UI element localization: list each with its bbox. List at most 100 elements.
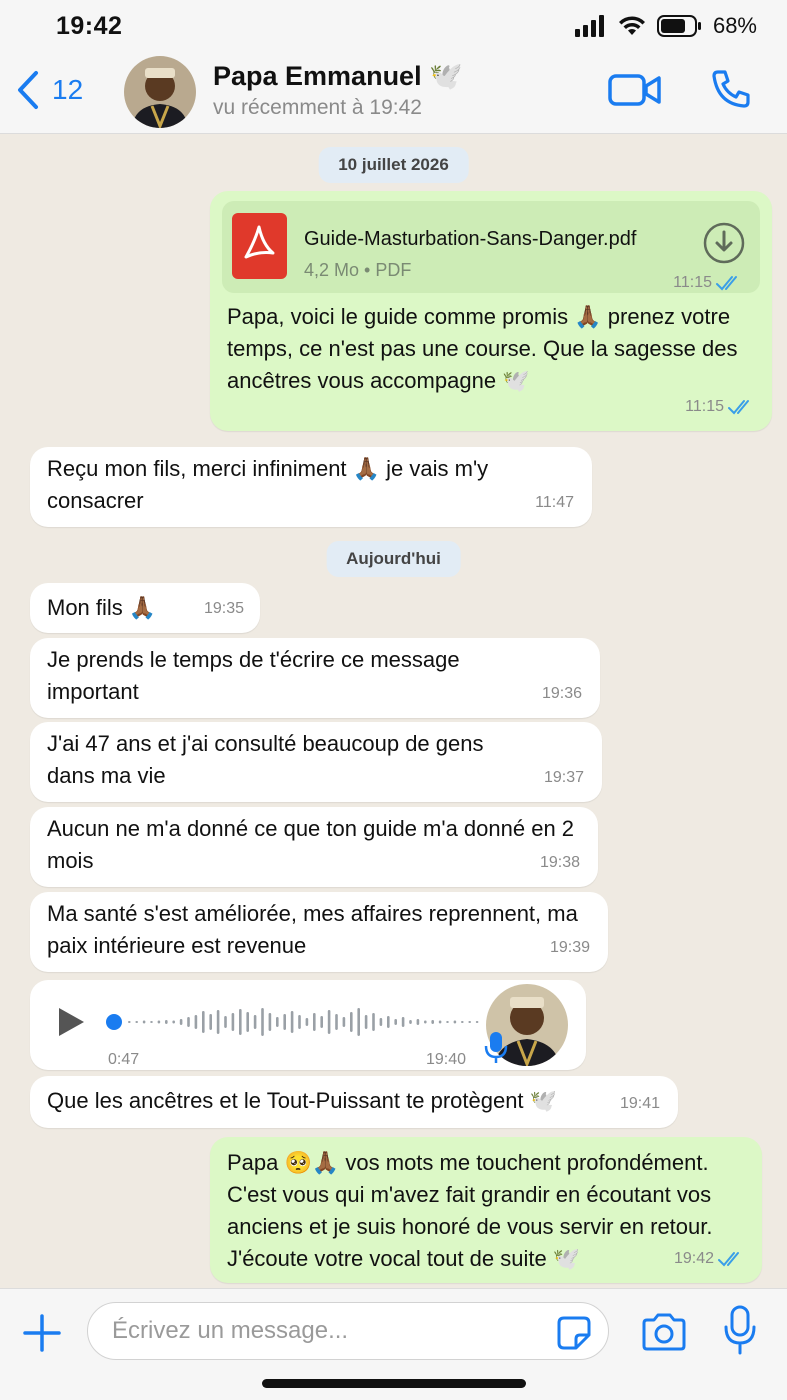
message-text: Que les ancêtres et le Tout-Puissant te … bbox=[47, 1088, 558, 1113]
waveform-bar bbox=[202, 1011, 205, 1033]
waveform-bar bbox=[239, 1009, 242, 1035]
message-meta: 11:15 bbox=[685, 391, 754, 423]
status-time: 19:42 bbox=[56, 12, 123, 40]
composer-bar bbox=[0, 1288, 787, 1400]
waveform-bar bbox=[350, 1012, 353, 1032]
attach-button[interactable] bbox=[22, 1313, 62, 1358]
play-icon bbox=[59, 1008, 84, 1036]
message-bubble-outgoing[interactable]: Guide-Masturbation-Sans-Danger.pdf 4,2 M… bbox=[210, 191, 772, 431]
camera-button[interactable] bbox=[640, 1313, 688, 1356]
waveform-bar bbox=[172, 1020, 175, 1024]
plus-icon bbox=[23, 1314, 61, 1352]
waveform-bar bbox=[276, 1017, 279, 1027]
message-time: 11:47 bbox=[535, 494, 574, 511]
message-meta: 19:42 bbox=[674, 1243, 744, 1275]
message-bubble-incoming[interactable]: Je prends le temps de t'écrire ce messag… bbox=[30, 638, 600, 718]
message-text: Ma santé s'est améliorée, mes affaires r… bbox=[47, 901, 578, 958]
sticker-icon bbox=[557, 1316, 591, 1350]
waveform-bar bbox=[261, 1008, 264, 1036]
waveform-bar bbox=[150, 1021, 153, 1023]
date-separator: 10 juillet 2026 bbox=[318, 147, 469, 183]
waveform-bar bbox=[461, 1021, 464, 1023]
waveform-bar bbox=[446, 1021, 449, 1023]
waveform-bar bbox=[253, 1015, 257, 1029]
message-time: 19:41 bbox=[619, 1095, 660, 1112]
chat-header: 12 Papa Emmanuel 🕊️ vu récemment à 19:42 bbox=[0, 52, 787, 134]
waveform-bar bbox=[135, 1021, 138, 1023]
message-bubble-incoming[interactable]: Ma santé s'est améliorée, mes affaires r… bbox=[30, 892, 608, 972]
waveform-bar bbox=[475, 1021, 479, 1023]
microphone-icon bbox=[484, 1030, 508, 1073]
back-button[interactable]: 12 bbox=[16, 70, 83, 110]
waveform-bar bbox=[231, 1013, 235, 1031]
waveform-bar bbox=[142, 1020, 146, 1024]
waveform-bar bbox=[165, 1020, 168, 1024]
message-bubble-incoming[interactable]: Mon fils 🙏🏾 19:35 bbox=[30, 583, 260, 633]
waveform-bar bbox=[468, 1021, 471, 1023]
message-time: 11:15 bbox=[673, 274, 712, 291]
waveform-bar bbox=[438, 1020, 442, 1024]
status-bar: 19:42 68% bbox=[0, 0, 787, 52]
message-bubble-incoming[interactable]: Reçu mon fils, merci infiniment 🙏🏾 je va… bbox=[30, 447, 592, 527]
double-check-icon bbox=[718, 1252, 739, 1267]
status-icons: 68% bbox=[574, 13, 757, 39]
video-call-button[interactable] bbox=[608, 72, 662, 113]
message-meta: 11:15 bbox=[673, 267, 742, 299]
pdf-icon bbox=[232, 213, 287, 279]
sticker-button[interactable] bbox=[556, 1315, 592, 1356]
video-call-icon bbox=[608, 74, 661, 106]
message-time: 19:37 bbox=[543, 769, 584, 786]
waveform-bar bbox=[364, 1015, 368, 1029]
message-text: Mon fils 🙏🏾 bbox=[47, 595, 157, 620]
message-text: Reçu mon fils, merci infiniment 🙏🏾 je va… bbox=[47, 456, 489, 513]
message-time: 19:35 bbox=[203, 600, 244, 617]
pdf-filename: Guide-Masturbation-Sans-Danger.pdf bbox=[304, 228, 637, 250]
waveform-bar bbox=[290, 1011, 294, 1033]
chat-area[interactable]: 10 juillet 2026 Guide-Masturbation-Sans-… bbox=[0, 134, 787, 1288]
message-input[interactable] bbox=[112, 1303, 552, 1359]
waveform-bar bbox=[335, 1014, 338, 1030]
waveform-bar bbox=[379, 1018, 383, 1026]
play-button[interactable] bbox=[56, 1006, 86, 1047]
message-bubble-outgoing[interactable]: Papa 🥺🙏🏾 vos mots me touchent profondéme… bbox=[210, 1137, 762, 1283]
waveform-bar bbox=[401, 1017, 405, 1027]
waveform-bar bbox=[431, 1020, 434, 1024]
avatar-photo bbox=[124, 56, 196, 128]
waveform-bar bbox=[357, 1008, 360, 1036]
waveform-bar bbox=[194, 1015, 198, 1029]
wifi-icon bbox=[618, 16, 645, 35]
voice-record-button[interactable] bbox=[722, 1305, 758, 1360]
message-time: 19:42 bbox=[673, 1250, 714, 1267]
waveform-bar bbox=[157, 1020, 161, 1024]
waveform-bar bbox=[179, 1019, 183, 1025]
playback-scrubber bbox=[106, 1014, 122, 1030]
waveform-bar bbox=[224, 1016, 227, 1028]
voice-message-bubble[interactable]: 0:47 19:40 bbox=[30, 980, 586, 1070]
pdf-meta: 4,2 Mo • PDF bbox=[304, 260, 412, 280]
waveform-bar bbox=[416, 1019, 420, 1025]
download-icon bbox=[703, 222, 745, 264]
message-time: 19:38 bbox=[539, 854, 580, 871]
battery-percent: 68% bbox=[712, 13, 757, 38]
voice-duration: 0:47 bbox=[108, 1051, 140, 1068]
back-chevron-icon bbox=[18, 71, 38, 109]
waveform-bar bbox=[424, 1020, 427, 1024]
message-bubble-incoming[interactable]: Aucun ne m'a donné ce que ton guide m'a … bbox=[30, 807, 598, 887]
message-text: Je prends le temps de t'écrire ce messag… bbox=[47, 647, 460, 704]
waveform-bar bbox=[372, 1013, 375, 1031]
message-bubble-incoming[interactable]: Que les ancêtres et le Tout-Puissant te … bbox=[30, 1076, 678, 1128]
waveform-bar bbox=[246, 1012, 249, 1032]
waveform-bar bbox=[305, 1018, 309, 1026]
message-time: 11:15 bbox=[685, 398, 724, 415]
camera-icon bbox=[642, 1313, 686, 1351]
contact-avatar[interactable] bbox=[124, 56, 196, 128]
message-bubble-incoming[interactable]: J'ai 47 ans et j'ai consulté beaucoup de… bbox=[30, 722, 602, 802]
waveform-bar bbox=[342, 1017, 346, 1027]
voice-call-button[interactable] bbox=[710, 68, 752, 115]
waveform-bar bbox=[327, 1010, 331, 1034]
waveform-bar bbox=[409, 1020, 412, 1024]
unread-count: 12 bbox=[52, 74, 84, 105]
date-separator: Aujourd'hui bbox=[326, 541, 461, 577]
waveform-bar bbox=[298, 1015, 301, 1029]
contact-name[interactable]: Papa Emmanuel 🕊️ bbox=[213, 60, 463, 92]
